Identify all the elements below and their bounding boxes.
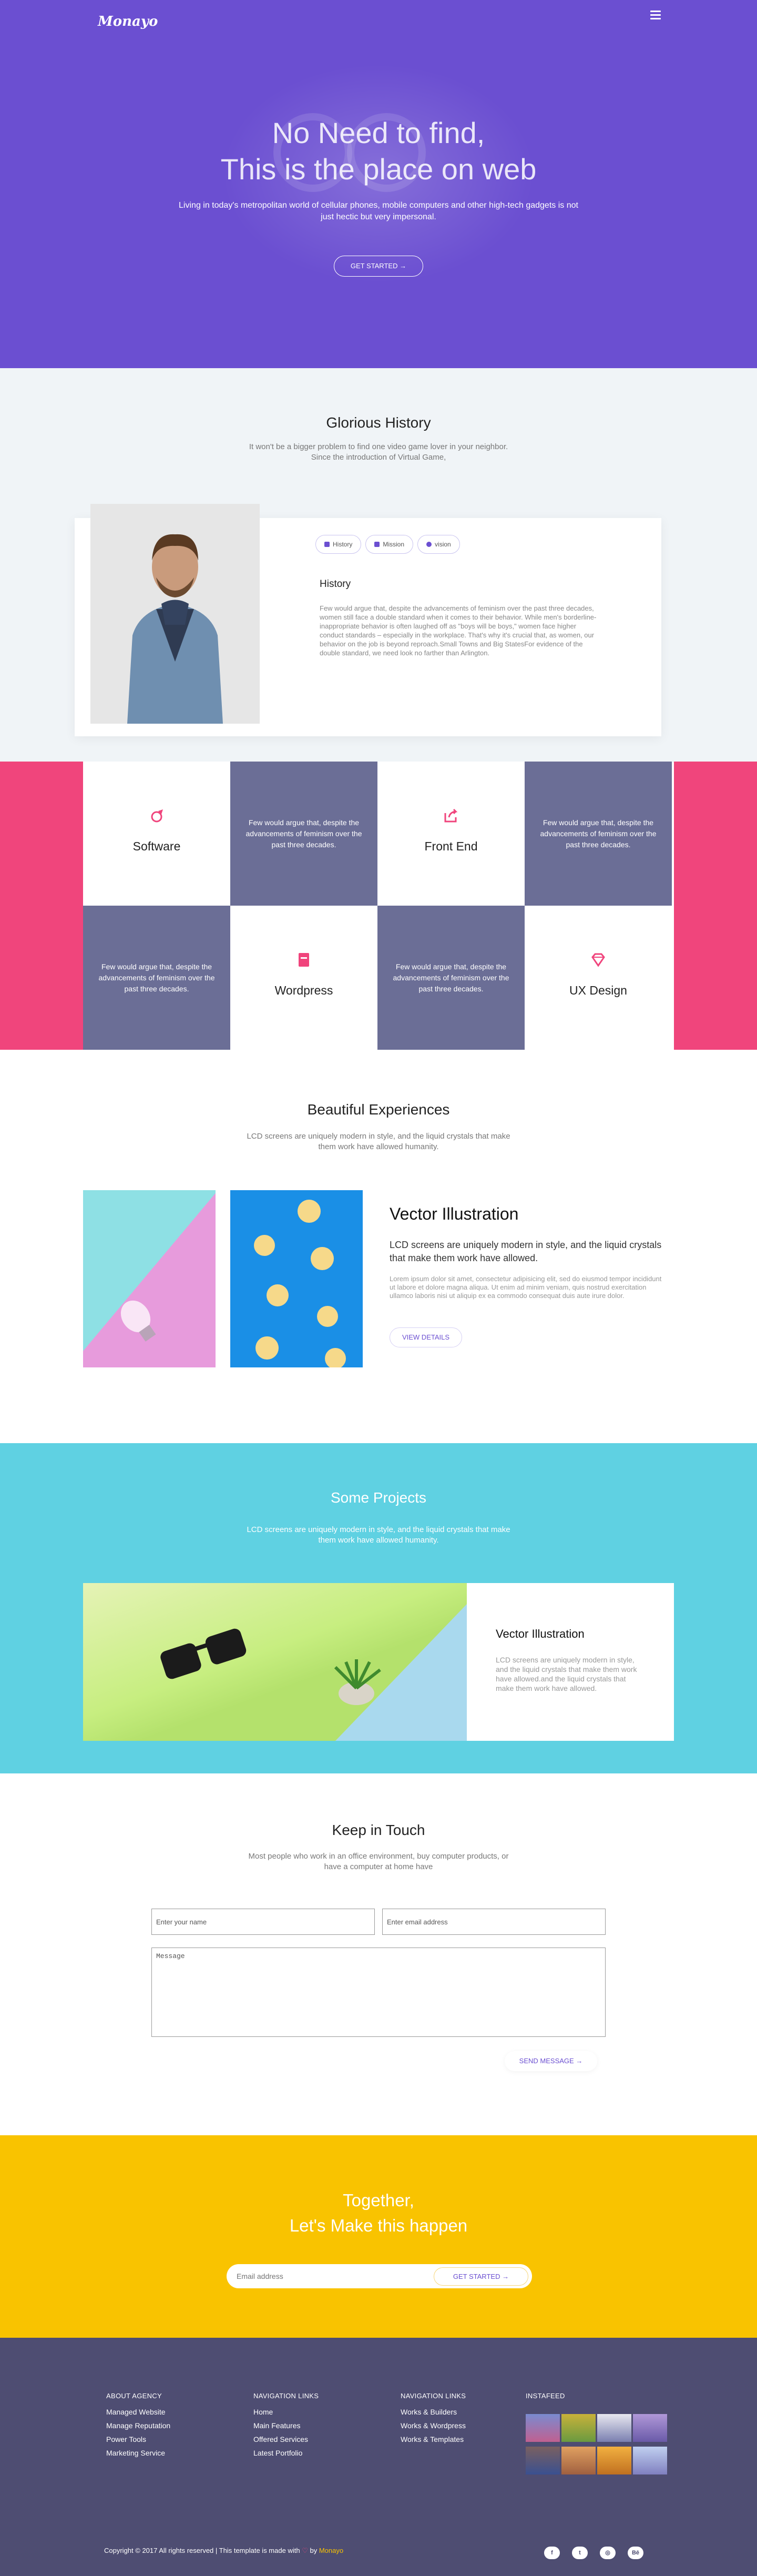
project-card-heading: Vector Illustration <box>496 1627 585 1640</box>
footer-link[interactable]: Marketing Service <box>106 2449 165 2457</box>
share-icon <box>377 807 525 829</box>
tab-mission[interactable]: Mission <box>365 535 414 554</box>
service-tile-ux-design[interactable]: UX Design <box>525 906 672 1050</box>
instafeed-image[interactable] <box>597 2414 631 2442</box>
project-card-body: LCD screens are uniquely modern in style… <box>496 1656 637 1692</box>
rocket-icon <box>83 807 230 829</box>
cta-get-started-button[interactable]: GET STARTED → <box>434 2267 528 2286</box>
footer-heading-nav: NAVIGATION LINKS <box>253 2392 319 2400</box>
experience-title: Beautiful Experiences <box>307 1101 450 1118</box>
twitter-icon[interactable]: t <box>572 2547 588 2559</box>
send-message-button[interactable]: SEND MESSAGE → <box>505 2051 597 2071</box>
get-started-button[interactable]: GET STARTED → <box>334 256 423 277</box>
projects-subtitle-2: them work have allowed humanity. <box>318 1536 439 1545</box>
instafeed-image[interactable] <box>526 2414 560 2442</box>
history-tabs: History Mission vision <box>315 535 460 554</box>
arrow-right-icon: → <box>400 262 407 270</box>
cta-line1: Together, <box>343 2190 414 2210</box>
view-details-button[interactable]: VIEW DETAILS <box>390 1327 462 1347</box>
instafeed-image[interactable] <box>526 2447 560 2474</box>
sunglasses-project-image <box>83 1583 467 1741</box>
footer-link[interactable]: Works & Builders <box>401 2408 457 2416</box>
email-field[interactable] <box>382 1909 606 1935</box>
cta-line2: Let's Make this happen <box>289 2216 468 2235</box>
history-title: Glorious History <box>326 414 431 431</box>
footer-link[interactable]: Power Tools <box>106 2435 146 2443</box>
portrait-image <box>90 504 260 724</box>
experience-subtitle-2: them work have allowed humanity. <box>318 1142 439 1151</box>
brand-link[interactable]: Monayo <box>319 2547 343 2554</box>
contact-subtitle-1: Most people who work in an office enviro… <box>248 1852 509 1861</box>
arrow-right-icon: → <box>502 2273 509 2280</box>
contact-subtitle-2: have a computer at home have <box>324 1862 433 1871</box>
tab-history[interactable]: History <box>315 535 362 554</box>
experience-heading: Vector Illustration <box>390 1204 519 1223</box>
service-label: Front End <box>424 839 478 853</box>
footer-link[interactable]: Home <box>253 2408 273 2416</box>
service-blurb: Few would argue that, despite the advanc… <box>525 762 672 906</box>
menu-icon[interactable] <box>650 11 661 20</box>
lightbulb-image <box>83 1190 216 1367</box>
pink-side-panel <box>674 762 757 1050</box>
footer-link[interactable]: Managed Website <box>106 2408 166 2416</box>
service-tile-wordpress[interactable]: Wordpress <box>230 906 377 1050</box>
cta-email-input[interactable] <box>237 2269 421 2283</box>
hero-subtitle: Living in today's metropolitan world of … <box>179 201 578 221</box>
copyright: Copyright © 2017 All rights reserved | T… <box>104 2547 344 2554</box>
experience-subtitle-1: LCD screens are uniquely modern in style… <box>247 1132 510 1141</box>
name-field[interactable] <box>151 1909 375 1935</box>
history-subtitle-1: It won't be a bigger problem to find one… <box>249 442 508 451</box>
history-body: Few would argue that, despite the advanc… <box>320 604 597 657</box>
instafeed-image[interactable] <box>561 2447 596 2474</box>
contact-title: Keep in Touch <box>332 1822 425 1838</box>
footer-link[interactable]: Works & Templates <box>401 2435 464 2443</box>
service-blurb: Few would argue that, despite the advanc… <box>83 906 230 1050</box>
footer-link[interactable]: Works & Wordpress <box>401 2421 466 2430</box>
service-blurb: Few would argue that, despite the advanc… <box>377 906 525 1050</box>
instafeed-image[interactable] <box>561 2414 596 2442</box>
history-subtitle-2: Since the introduction of Virtual Game, <box>311 453 446 462</box>
banana-slices-image <box>230 1190 363 1367</box>
instafeed-image[interactable] <box>597 2447 631 2474</box>
footer-heading-instafeed: INSTAFEED <box>526 2392 565 2400</box>
footer-heading-nav: NAVIGATION LINKS <box>401 2392 466 2400</box>
hero-title-line2: This is the place on web <box>220 153 537 186</box>
tab-vision[interactable]: vision <box>417 535 460 554</box>
history-icon <box>324 542 330 547</box>
mission-icon <box>374 542 380 547</box>
projects-title: Some Projects <box>330 1489 427 1506</box>
vision-icon <box>426 542 432 547</box>
service-tile-software[interactable]: Software <box>83 762 230 906</box>
behance-icon[interactable]: Bē <box>628 2547 643 2559</box>
hero-title-line1: No Need to find, <box>272 116 485 149</box>
experience-lead: LCD screens are uniquely modern in style… <box>390 1240 662 1263</box>
heart-icon: ♡ <box>302 2547 308 2554</box>
service-tile-front-end[interactable]: Front End <box>377 762 525 906</box>
instagram-icon[interactable]: ◎ <box>600 2547 616 2559</box>
instafeed-image[interactable] <box>633 2447 667 2474</box>
arrow-right-icon: → <box>576 2057 583 2065</box>
footer-link[interactable]: Manage Reputation <box>106 2421 170 2430</box>
footer-link[interactable]: Offered Services <box>253 2435 308 2443</box>
footer-link[interactable]: Main Features <box>253 2421 300 2430</box>
instafeed-image[interactable] <box>633 2414 667 2442</box>
service-blurb: Few would argue that, despite the advanc… <box>230 762 377 906</box>
hero-section: Monayo No Need to find, This is the plac… <box>0 0 757 368</box>
experience-body: Lorem ipsum dolor sit amet, consectetur … <box>390 1275 662 1300</box>
service-label: Wordpress <box>274 983 333 997</box>
message-field[interactable] <box>151 1948 606 2037</box>
diamond-icon <box>525 951 672 973</box>
logo[interactable]: Monayo <box>98 14 158 29</box>
facebook-icon[interactable]: f <box>544 2547 560 2559</box>
pink-side-panel <box>0 762 84 1050</box>
footer-link[interactable]: Latest Portfolio <box>253 2449 302 2457</box>
footer-heading-about: ABOUT AGENCY <box>106 2392 162 2400</box>
projects-subtitle-1: LCD screens are uniquely modern in style… <box>247 1525 510 1534</box>
history-heading: History <box>320 579 351 590</box>
service-label: Software <box>132 839 181 853</box>
book-icon <box>230 951 377 973</box>
service-label: UX Design <box>569 983 627 997</box>
